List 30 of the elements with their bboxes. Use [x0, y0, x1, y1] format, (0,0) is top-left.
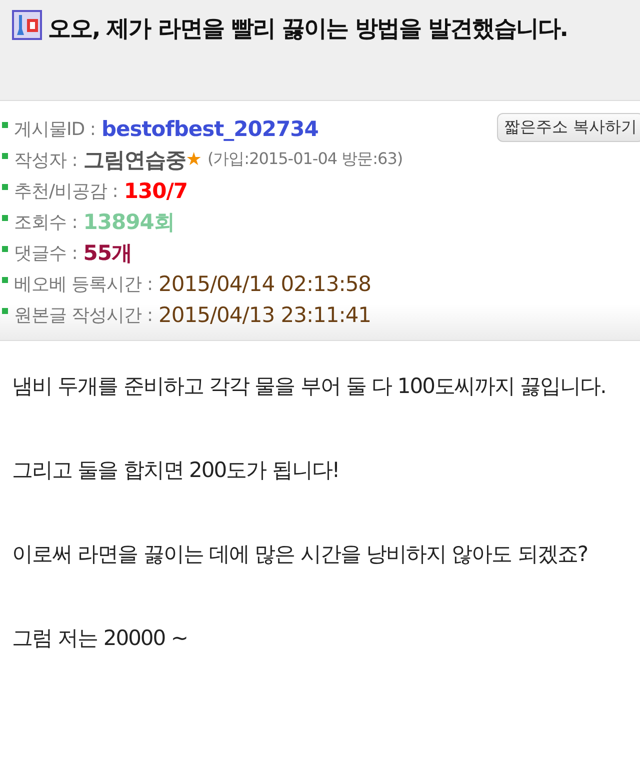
bullet-icon — [2, 122, 8, 128]
body-paragraph: 이로써 라면을 끓이는 데에 많은 시간을 낭비하지 않아도 되겠죠? — [12, 541, 589, 568]
meta-value: 55개 — [83, 240, 132, 266]
meta-value: bestofbest_202734 — [101, 116, 318, 140]
flask-icon — [12, 10, 42, 40]
star-icon: ★ — [186, 149, 202, 170]
meta-label: 조회수 : — [14, 210, 78, 234]
body-paragraph: 그럼 저는 20000 ~ — [12, 625, 188, 652]
meta-value: 2015/04/13 23:11:41 — [158, 302, 372, 326]
meta-value: 그림연습중 — [83, 146, 186, 174]
meta-label: 원본글 작성시간 : — [14, 304, 153, 326]
bullet-icon — [2, 246, 8, 252]
member-info: (가입:2015-01-04 방문:63) — [207, 149, 403, 170]
post-title: 오오, 제가 라면을 빨리 끓이는 방법을 발견했습니다. — [12, 8, 626, 50]
bullet-icon — [2, 308, 8, 314]
bullet-icon — [2, 184, 8, 190]
meta-label: 댓글수 : — [14, 242, 78, 264]
meta-label: 작성자 : — [14, 148, 78, 172]
meta-value: 130/7 — [124, 178, 188, 202]
body-paragraph: 냄비 두개를 준비하고 각각 물을 부어 둘 다 100도씨까지 끓입니다. — [12, 373, 607, 400]
bullet-icon — [2, 276, 8, 282]
bullet-icon — [2, 214, 8, 220]
meta-value: 2015/04/14 02:13:58 — [158, 272, 372, 296]
body-paragraph: 그리고 둘을 합치면 200도가 됩니다! — [12, 457, 340, 484]
meta-label: 게시물ID : — [14, 118, 96, 140]
meta-label: 추천/비공감 : — [14, 180, 118, 202]
meta-label: 베오베 등록시간 : — [14, 272, 153, 296]
meta-value: 13894회 — [83, 208, 174, 236]
bullet-icon — [2, 152, 8, 158]
copy-link-button[interactable]: 짧은주소 복사하기 — [496, 113, 640, 142]
